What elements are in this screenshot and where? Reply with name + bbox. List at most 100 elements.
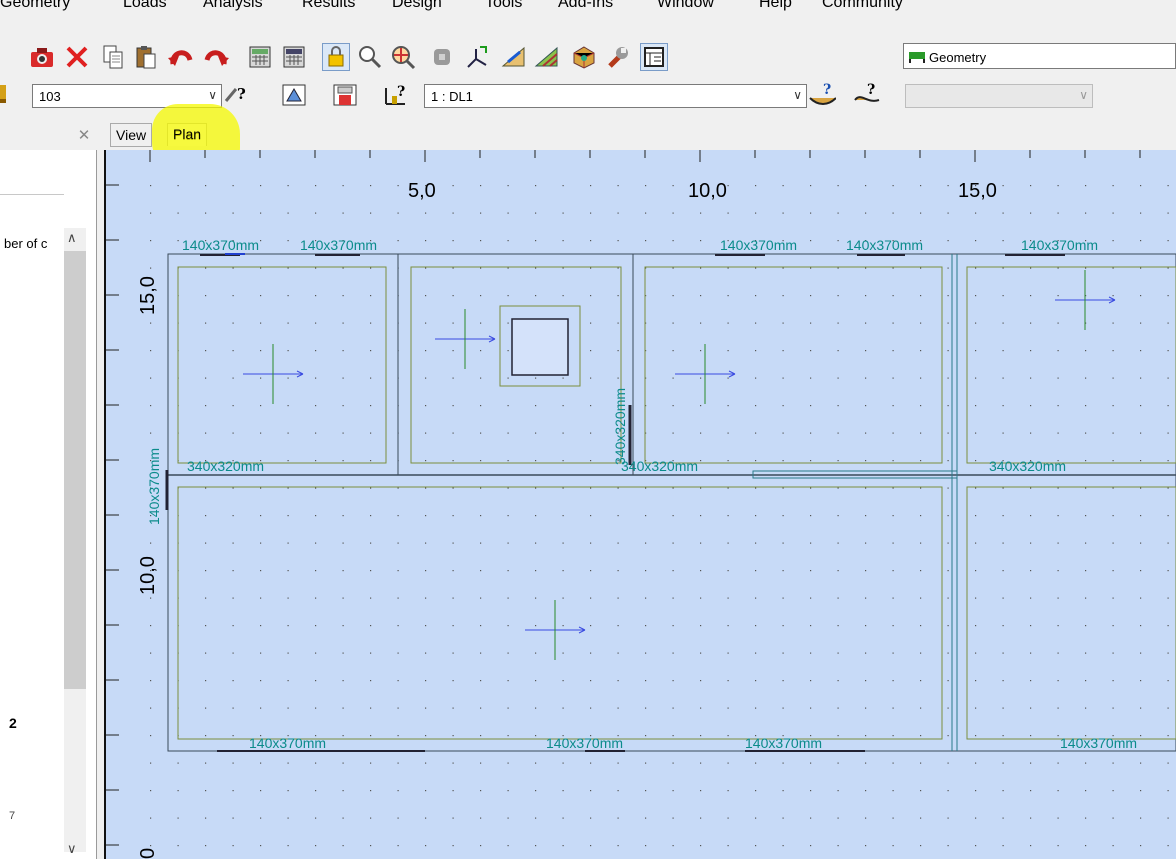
grid-dot — [425, 267, 427, 269]
grid-dot — [397, 542, 399, 544]
menu-results[interactable]: Results — [302, 0, 355, 12]
chevron-up-icon[interactable]: ∧ — [67, 230, 77, 246]
x-axis-label: 5,0 — [408, 180, 436, 202]
close-icon[interactable]: ✕ — [76, 128, 92, 144]
grid-dot — [947, 570, 949, 572]
grid-dot — [810, 240, 812, 242]
grid-dot — [507, 212, 509, 214]
pointer-help-icon[interactable]: ? — [222, 81, 250, 109]
grid-dot — [810, 680, 812, 682]
grid-dot — [865, 487, 867, 489]
load-icon[interactable] — [463, 43, 491, 71]
grid-dot — [590, 762, 592, 764]
grid-dot — [287, 240, 289, 242]
tool-gray-icon[interactable] — [428, 43, 456, 71]
grid-dot — [727, 267, 729, 269]
partial-tool-icon[interactable] — [0, 43, 14, 71]
grid-dot — [205, 597, 207, 599]
deflection-help-icon[interactable]: ? — [808, 81, 836, 109]
grid-dot — [1002, 377, 1004, 379]
grid-dot — [1140, 542, 1142, 544]
menu-community[interactable]: Community — [822, 0, 903, 12]
load-case-combo[interactable]: 1 : DL1 ∨ — [424, 84, 807, 108]
grid-dot — [370, 762, 372, 764]
grid-dot — [755, 597, 757, 599]
menu-add-ins[interactable]: Add-Ins — [558, 0, 613, 12]
grid-dot — [590, 542, 592, 544]
camera-icon[interactable] — [28, 43, 56, 71]
grid-dot — [947, 350, 949, 352]
grid-dot — [232, 405, 234, 407]
grid-dot — [1057, 542, 1059, 544]
undo-icon[interactable] — [167, 43, 195, 71]
grid-dot — [672, 185, 674, 187]
grid-dot — [562, 570, 564, 572]
redo-icon[interactable] — [202, 43, 230, 71]
3d-icon[interactable] — [570, 43, 598, 71]
menu-geometry[interactable]: Geometry — [0, 0, 70, 12]
grid-dot — [810, 212, 812, 214]
copy-icon[interactable] — [99, 43, 127, 71]
save-view-icon[interactable] — [331, 81, 359, 109]
table-icon[interactable] — [640, 43, 668, 71]
grid-dot — [727, 680, 729, 682]
grid-dot — [672, 845, 674, 847]
zoom-icon[interactable] — [356, 43, 384, 71]
partial-node-icon[interactable] — [0, 81, 14, 109]
grid-dot — [672, 707, 674, 709]
grid-dot — [480, 762, 482, 764]
grid-dot — [1112, 487, 1114, 489]
grid-dot — [700, 460, 702, 462]
grid-dot — [370, 515, 372, 517]
grid-dot — [1002, 515, 1004, 517]
zoom-target-icon[interactable] — [389, 43, 417, 71]
calculator-icon[interactable] — [246, 43, 274, 71]
tab-view[interactable]: View — [110, 123, 153, 147]
grid-dot — [232, 212, 234, 214]
grid-dot — [342, 515, 344, 517]
geometry-view-combo[interactable]: Geometry — [903, 43, 1176, 69]
moment-help-icon[interactable]: ? — [853, 81, 881, 109]
lock-icon[interactable] — [322, 43, 350, 71]
menu-analysis[interactable]: Analysis — [203, 0, 263, 12]
paste-icon[interactable] — [132, 43, 160, 71]
wrench-icon[interactable] — [604, 43, 632, 71]
grid-dot — [535, 212, 537, 214]
grid-dot — [1030, 845, 1032, 847]
grid-dot — [232, 597, 234, 599]
grid-dot — [920, 817, 922, 819]
chevron-down-icon[interactable]: ∨ — [67, 841, 77, 857]
grid-dot — [892, 845, 894, 847]
scrollbar-thumb[interactable] — [64, 251, 86, 689]
grid-dot — [1167, 432, 1169, 434]
grid-dot — [1057, 762, 1059, 764]
grid-dot — [1057, 212, 1059, 214]
calculator-2-icon[interactable] — [280, 43, 308, 71]
grid-dot — [590, 790, 592, 792]
result-combo[interactable]: ∨ — [905, 84, 1093, 108]
svg-text:?: ? — [867, 82, 875, 98]
mesh-icon[interactable] — [533, 43, 561, 71]
grid-dot — [1002, 212, 1004, 214]
ruler-icon[interactable] — [500, 43, 528, 71]
menu-help[interactable]: Help — [759, 0, 792, 12]
tab-plan-label[interactable]: Plan — [168, 123, 206, 145]
plan-canvas[interactable]: 5,0 10,0 15,0 15,0 10,0 0 140x370mm 140x… — [105, 150, 1176, 859]
menu-tools[interactable]: Tools — [485, 0, 522, 12]
grid-dot — [947, 460, 949, 462]
menu-loads[interactable]: Loads — [123, 0, 167, 12]
delete-icon[interactable] — [63, 43, 91, 71]
grid-dot — [810, 432, 812, 434]
grid-dot — [370, 432, 372, 434]
grid-dot — [535, 845, 537, 847]
grid-dot — [452, 790, 454, 792]
section-icon[interactable] — [280, 81, 308, 109]
load-case-help-icon[interactable]: ? — [383, 81, 411, 109]
grid-dot — [865, 212, 867, 214]
grid-dot — [727, 460, 729, 462]
grid-dot — [315, 570, 317, 572]
grid-dot — [1030, 515, 1032, 517]
grid-dot — [562, 707, 564, 709]
menu-window[interactable]: Window — [657, 0, 714, 12]
menu-design[interactable]: Design — [392, 0, 442, 12]
